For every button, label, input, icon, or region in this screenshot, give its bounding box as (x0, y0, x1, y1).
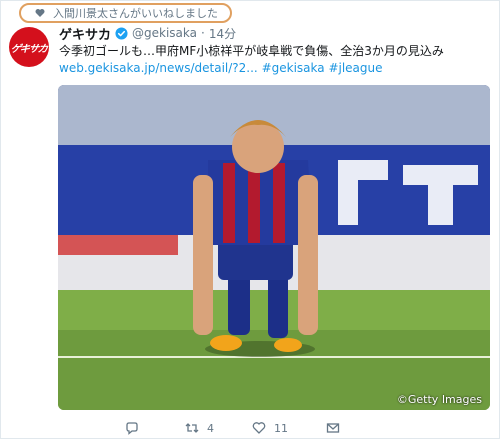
timestamp[interactable]: 14分 (209, 25, 236, 42)
tweet-header: ゲキサカ @gekisaka · 14分 (59, 24, 236, 43)
social-context: 入間川景太さんがいいねしました (19, 3, 232, 23)
social-context-text: 入間川景太さんがいいねしました (53, 7, 218, 20)
like-count: 11 (274, 421, 288, 435)
action-bar: 4 11 (125, 419, 348, 437)
tweet-text: 今季初ゴールも…甲府MF小椋祥平が岐阜戦で負傷、全治3か月の見込み (59, 44, 444, 58)
envelope-icon (326, 421, 340, 435)
retweet-button[interactable]: 4 (185, 421, 214, 435)
reply-button[interactable] (125, 421, 147, 435)
hashtag-jleague[interactable]: #jleague (328, 61, 382, 75)
display-name[interactable]: ゲキサカ (59, 24, 111, 43)
photo-credit: ©Getty Images (396, 393, 482, 406)
hashtag-gekisaka[interactable]: #gekisaka (262, 61, 325, 75)
heart-icon (35, 8, 45, 18)
retweet-count: 4 (207, 421, 214, 435)
tweet-links: web.gekisaka.jp/news/detail/?2... #gekis… (59, 60, 489, 77)
like-heart-icon (252, 421, 266, 435)
avatar[interactable]: ゲキサカ (9, 27, 49, 67)
article-link[interactable]: web.gekisaka.jp/news/detail/?2... (59, 61, 258, 75)
handle[interactable]: @gekisaka (132, 26, 197, 40)
like-button[interactable]: 11 (252, 421, 288, 435)
verified-icon (115, 26, 128, 40)
separator: · (201, 26, 205, 40)
avatar-logo-text: ゲキサカ (9, 43, 48, 55)
tweet-card[interactable]: 入間川景太さんがいいねしました ゲキサカ ゲキサカ @gekisaka · 14… (0, 0, 500, 439)
photo-scene (58, 85, 490, 410)
direct-message-button[interactable] (326, 421, 348, 435)
retweet-icon (185, 421, 199, 435)
reply-icon (125, 421, 139, 435)
tweet-photo[interactable]: ©Getty Images (58, 85, 490, 410)
